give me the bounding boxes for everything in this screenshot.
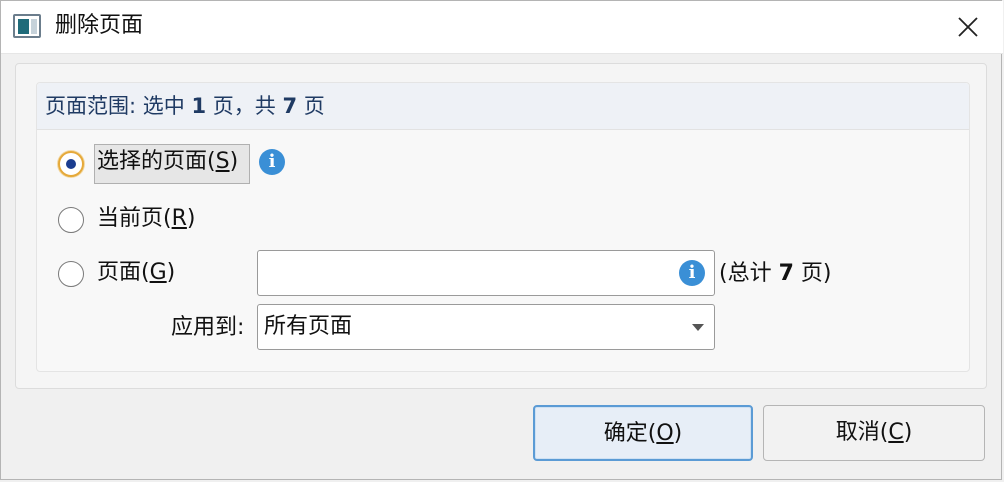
option-current-page-label[interactable]: 当前页(R) [97,206,195,232]
app-icon [13,14,41,38]
radio-selected-pages[interactable] [58,151,84,177]
page-range-header: 页面范围: 选中 1 页，共 7 页 [37,83,969,130]
info-icon[interactable]: i [679,260,705,286]
pages-input[interactable]: i [257,250,715,296]
total-pages-text: (总计 7 页) [719,261,832,286]
ok-button[interactable]: 确定(O) [533,405,753,461]
apply-to-value: 所有页面 [264,314,353,339]
close-button[interactable] [945,7,991,47]
option-pages-label[interactable]: 页面(G) [97,260,175,286]
radio-current-page[interactable] [58,207,84,233]
apply-to-select[interactable]: 所有页面 [257,304,715,350]
cancel-button[interactable]: 取消(C) [763,405,985,461]
apply-to-label: 应用到: [171,315,245,340]
close-icon [958,17,978,37]
option-selected-pages-label[interactable]: 选择的页面(S) [94,144,250,184]
info-icon[interactable]: i [259,149,285,175]
title-bar: 删除页面 [1,1,1003,54]
delete-pages-dialog: 删除页面 页面范围: 选中 1 页，共 7 页 选择的页面(S) i 当前页(R… [0,0,1003,480]
chevron-down-icon [692,324,704,331]
page-range-summary: 页面范围: 选中 1 页，共 7 页 [45,94,325,118]
radio-pages[interactable] [58,261,84,287]
window-title: 删除页面 [55,13,144,38]
